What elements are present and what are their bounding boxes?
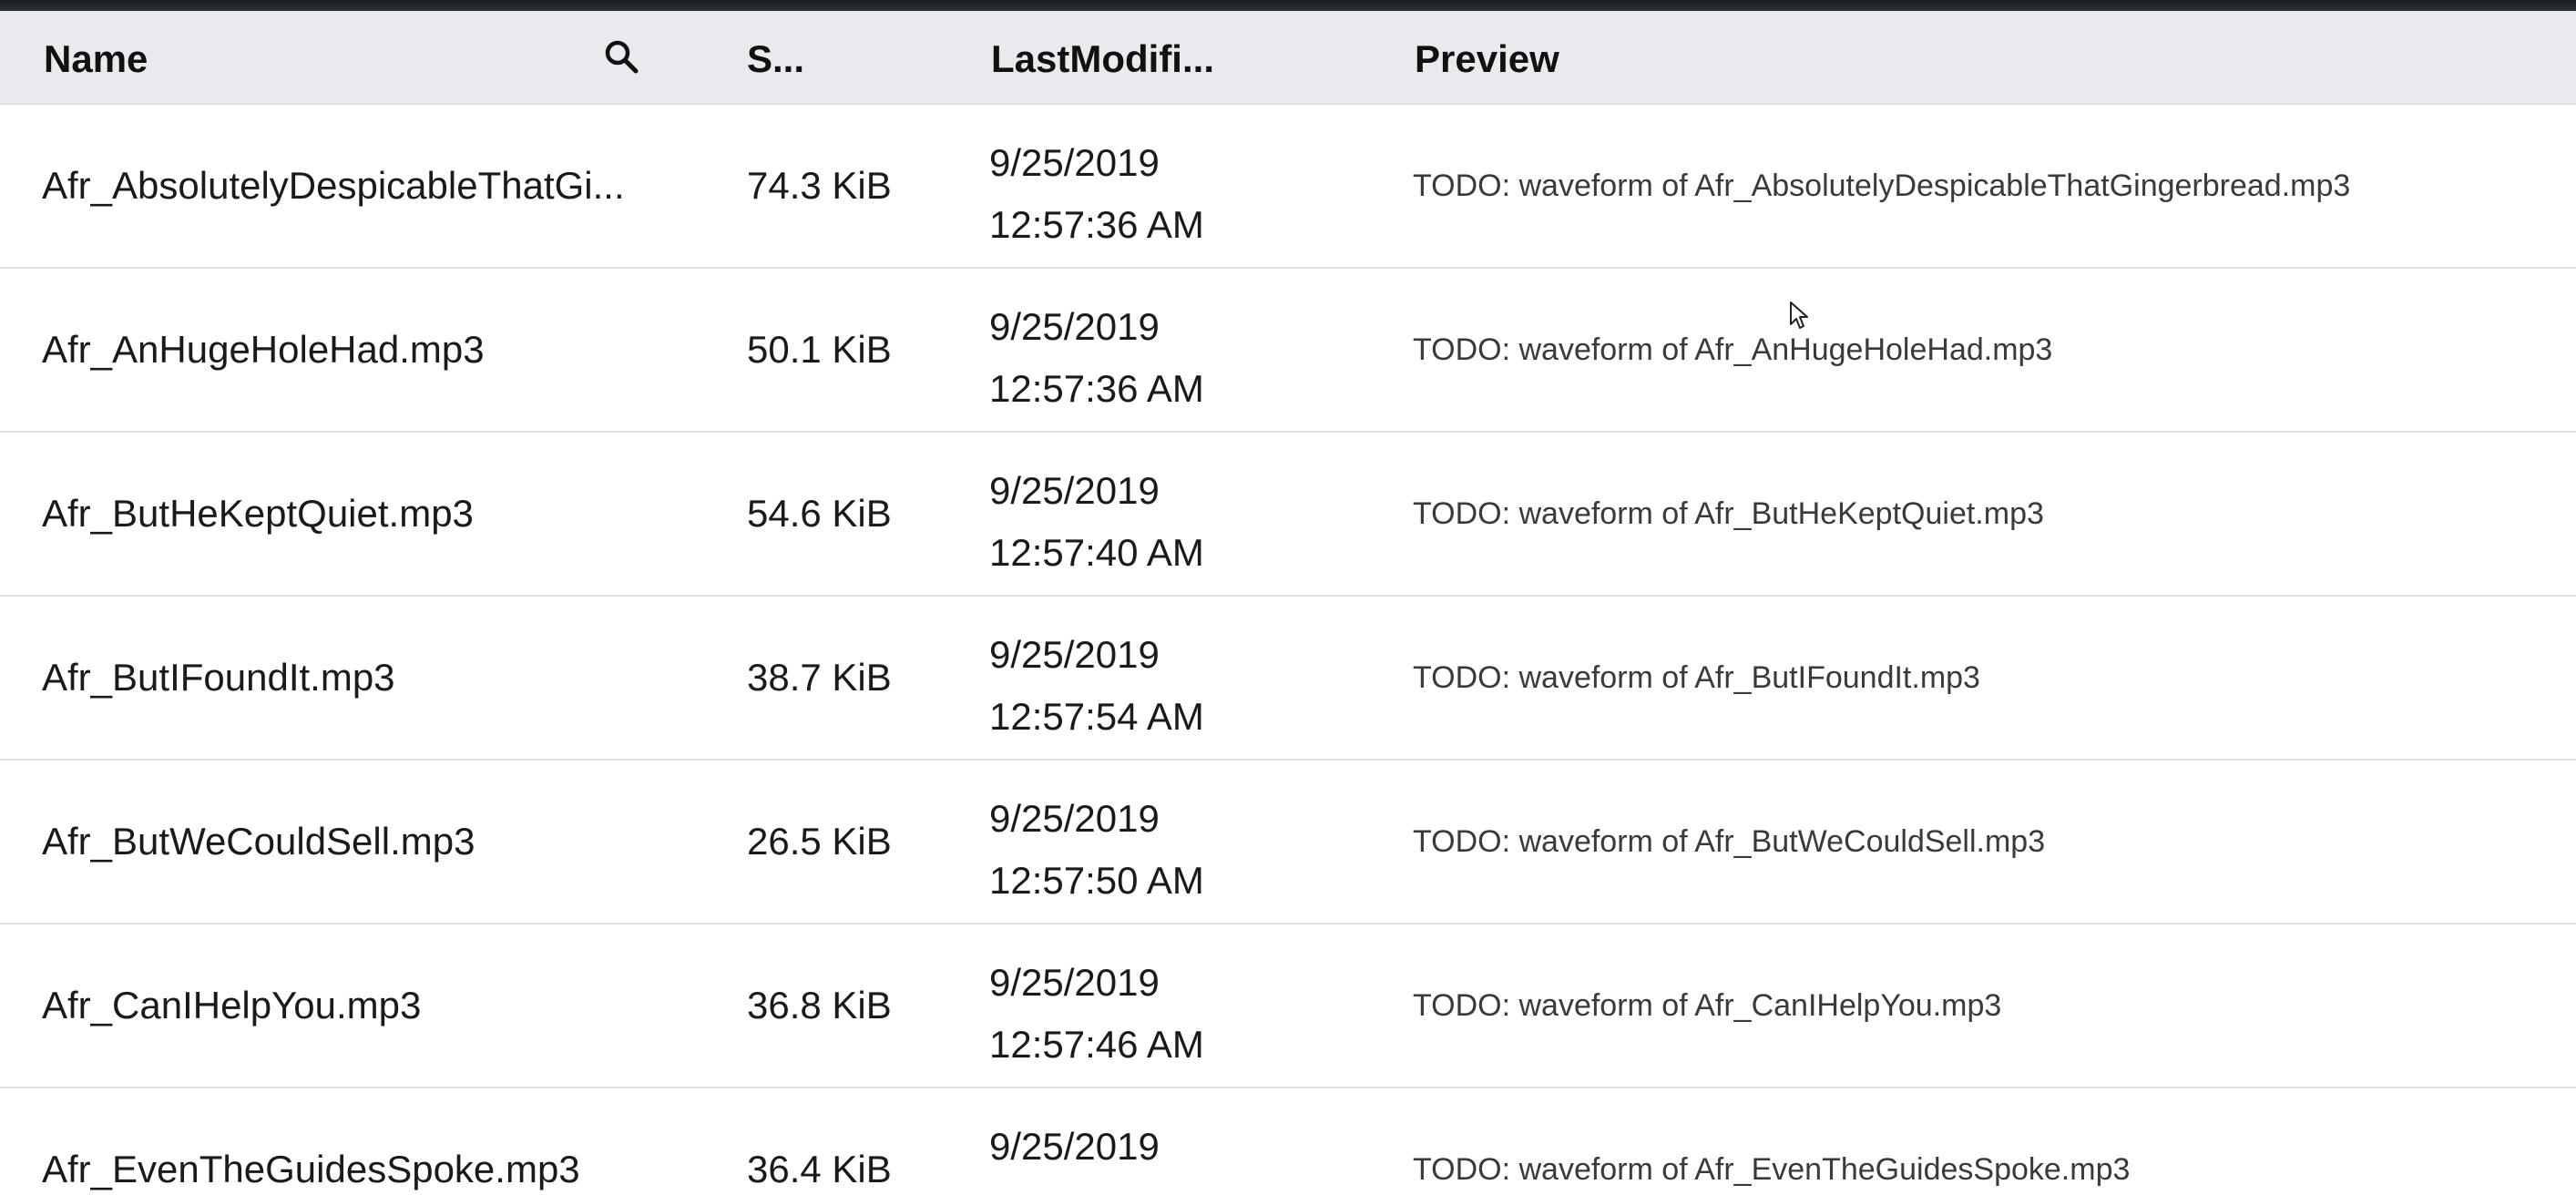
last-modified-date: 9/25/2019: [989, 141, 1160, 184]
file-size-cell: 36.4 KiB: [747, 1148, 892, 1190]
table-header: Name S... LastModifi... Preview: [0, 11, 2576, 105]
file-name-cell: Afr_CanIHelpYou.mp3: [42, 984, 422, 1026]
last-modified-time: 12:57:54 AM: [989, 695, 1204, 738]
last-modified-time: 12:57:50 AM: [989, 859, 1204, 902]
last-modified-cell: 9/25/2019 12:57:46 AM: [989, 952, 1372, 1076]
column-header-size[interactable]: S...: [747, 11, 856, 104]
file-size-cell: 74.3 KiB: [747, 164, 892, 207]
preview-cell: TODO: waveform of Afr_AbsolutelyDespicab…: [1413, 169, 2351, 203]
last-modified-time: 12:57:36 AM: [989, 367, 1204, 410]
last-modified-date: 9/25/2019: [989, 1125, 1160, 1168]
preview-cell: TODO: waveform of Afr_EvenTheGuidesSpoke…: [1413, 1152, 2131, 1187]
preview-cell: TODO: waveform of Afr_ButWeCouldSell.mp3: [1413, 824, 2046, 859]
last-modified-cell: 9/25/2019 12:57:50 AM: [989, 1116, 1372, 1195]
last-modified-date: 9/25/2019: [989, 633, 1160, 676]
file-name-cell: Afr_ButIFoundIt.mp3: [42, 656, 395, 699]
file-size-cell: 38.7 KiB: [747, 656, 892, 699]
search-icon[interactable]: [601, 36, 643, 78]
preview-cell: TODO: waveform of Afr_AnHugeHoleHad.mp3: [1413, 332, 2053, 367]
file-size-cell: 54.6 KiB: [747, 492, 892, 535]
file-name-cell: Afr_AnHugeHoleHad.mp3: [42, 328, 485, 371]
file-size-cell: 36.8 KiB: [747, 984, 892, 1026]
preview-cell: TODO: waveform of Afr_CanIHelpYou.mp3: [1413, 988, 2002, 1023]
table-row[interactable]: Afr_CanIHelpYou.mp3 36.8 KiB 9/25/2019 1…: [0, 924, 2576, 1088]
last-modified-date: 9/25/2019: [989, 305, 1160, 348]
last-modified-time: 12:57:36 AM: [989, 203, 1204, 246]
file-name-cell: Afr_ButHeKeptQuiet.mp3: [42, 492, 474, 535]
last-modified-cell: 9/25/2019 12:57:54 AM: [989, 624, 1372, 748]
file-size-cell: 50.1 KiB: [747, 328, 892, 371]
file-browser-window: Name S... LastModifi... Preview Afr_Abso…: [0, 0, 2576, 1195]
table-row[interactable]: Afr_ButHeKeptQuiet.mp3 54.6 KiB 9/25/201…: [0, 433, 2576, 597]
last-modified-time: 12:57:40 AM: [989, 531, 1204, 574]
file-name-cell: Afr_EvenTheGuidesSpoke.mp3: [42, 1148, 580, 1190]
last-modified-cell: 9/25/2019 12:57:50 AM: [989, 788, 1372, 912]
column-header-last-modified[interactable]: LastModifi...: [991, 11, 1228, 104]
last-modified-date: 9/25/2019: [989, 961, 1160, 1004]
column-header-name[interactable]: Name: [44, 11, 590, 104]
window-top-bar: [0, 0, 2576, 11]
table-row[interactable]: Afr_AbsolutelyDespicableThatGi... 74.3 K…: [0, 105, 2576, 269]
last-modified-date: 9/25/2019: [989, 469, 1160, 512]
table-row[interactable]: Afr_AnHugeHoleHad.mp3 50.1 KiB 9/25/2019…: [0, 269, 2576, 433]
last-modified-time: 12:57:50 AM: [989, 1178, 1372, 1195]
file-name-cell: Afr_ButWeCouldSell.mp3: [42, 820, 475, 863]
file-table-body: Afr_AbsolutelyDespicableThatGi... 74.3 K…: [0, 105, 2576, 1195]
last-modified-cell: 9/25/2019 12:57:36 AM: [989, 296, 1372, 420]
table-row[interactable]: Afr_EvenTheGuidesSpoke.mp3 36.4 KiB 9/25…: [0, 1088, 2576, 1195]
last-modified-time: 12:57:46 AM: [989, 1023, 1204, 1066]
file-name-cell: Afr_AbsolutelyDespicableThatGi...: [42, 164, 625, 207]
preview-cell: TODO: waveform of Afr_ButHeKeptQuiet.mp3: [1413, 496, 2044, 531]
table-row[interactable]: Afr_ButWeCouldSell.mp3 26.5 KiB 9/25/201…: [0, 761, 2576, 924]
last-modified-cell: 9/25/2019 12:57:40 AM: [989, 460, 1372, 584]
last-modified-date: 9/25/2019: [989, 797, 1160, 840]
column-header-preview[interactable]: Preview: [1415, 11, 1779, 104]
preview-cell: TODO: waveform of Afr_ButIFoundIt.mp3: [1413, 660, 1980, 695]
file-size-cell: 26.5 KiB: [747, 820, 892, 863]
table-row[interactable]: Afr_ButIFoundIt.mp3 38.7 KiB 9/25/2019 1…: [0, 597, 2576, 761]
last-modified-cell: 9/25/2019 12:57:36 AM: [989, 132, 1372, 256]
